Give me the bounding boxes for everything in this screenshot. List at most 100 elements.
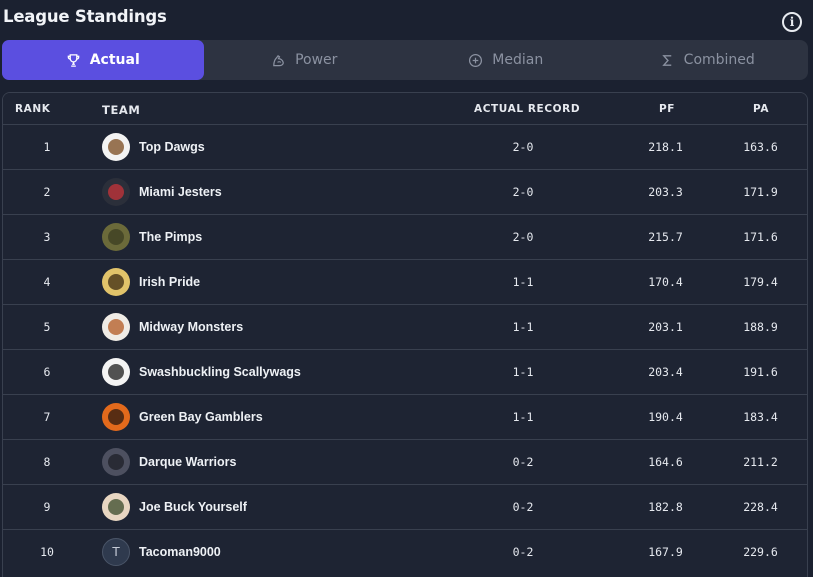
team-name: Midway Monsters — [139, 320, 244, 334]
column-header-pa: PA — [753, 103, 770, 115]
gamblers-logo — [102, 403, 130, 431]
record-cell: 2-0 — [512, 185, 534, 199]
photo-avatar — [102, 223, 130, 251]
team-name: Swashbuckling Scallywags — [139, 365, 301, 379]
info-icon[interactable]: i — [782, 12, 802, 32]
tab-power-label: Power — [295, 52, 338, 68]
table-row[interactable]: 7 Green Bay Gamblers 1-1 190.4 183.4 — [3, 395, 807, 440]
tab-power[interactable]: Power — [204, 40, 406, 80]
pf-cell: 167.9 — [648, 545, 683, 559]
pa-cell: 171.9 — [743, 185, 778, 199]
team-cell: Top Dawgs — [102, 125, 482, 169]
pf-cell: 203.4 — [648, 365, 683, 379]
team-name: Joe Buck Yourself — [139, 500, 247, 514]
logo-emblem — [108, 364, 124, 380]
column-header-rank: RANK — [15, 103, 51, 115]
pf-cell: 203.3 — [648, 185, 683, 199]
table-row[interactable]: 6 Swashbuckling Scallywags 1-1 203.4 191.6 — [3, 350, 807, 395]
pf-cell: 170.4 — [648, 275, 683, 289]
plus-circle-icon — [469, 53, 483, 67]
table-row[interactable]: 4 Irish Pride 1-1 170.4 179.4 — [3, 260, 807, 305]
table-body: 1 Top Dawgs 2-0 218.1 163.6 2 Miami Jesters 2-0… — [3, 125, 807, 575]
logo-emblem — [108, 184, 124, 200]
trophy-icon — [67, 53, 80, 67]
team-name: The Pimps — [139, 230, 203, 244]
rank-cell: 8 — [43, 455, 51, 469]
team-cell: Swashbuckling Scallywags — [102, 350, 482, 394]
pa-cell: 183.4 — [743, 410, 778, 424]
logo-emblem — [108, 229, 124, 245]
pa-cell: 228.4 — [743, 500, 778, 514]
record-cell: 0-2 — [512, 500, 534, 514]
logo-emblem — [108, 319, 124, 335]
table-header: RANK TEAM ACTUAL RECORD PF PA — [3, 93, 807, 125]
bulldog-logo — [102, 133, 130, 161]
pa-cell: 191.6 — [743, 365, 778, 379]
table-row[interactable]: 2 Miami Jesters 2-0 203.3 171.9 — [3, 170, 807, 215]
pa-cell: 188.9 — [743, 320, 778, 334]
logo-emblem — [108, 274, 124, 290]
record-cell: 0-2 — [512, 545, 534, 559]
helmet-logo — [102, 178, 130, 206]
team-name: Irish Pride — [139, 275, 201, 289]
record-cell: 1-1 — [512, 410, 534, 424]
column-header-record: ACTUAL RECORD — [474, 103, 581, 115]
pf-cell: 203.1 — [648, 320, 683, 334]
pa-cell: 163.6 — [743, 140, 778, 154]
claw-marks-logo — [102, 313, 130, 341]
bicep-icon — [273, 54, 284, 66]
record-cell: 1-1 — [512, 365, 534, 379]
team-cell: T Tacoman9000 — [102, 530, 482, 574]
rank-cell: 6 — [43, 365, 51, 379]
table-row[interactable]: 9 Joe Buck Yourself 0-2 182.8 228.4 — [3, 485, 807, 530]
rank-cell: 5 — [43, 320, 51, 334]
logo-emblem — [108, 139, 124, 155]
tab-median[interactable]: Median — [405, 40, 607, 80]
pf-cell: 218.1 — [648, 140, 683, 154]
rank-cell: 2 — [43, 185, 51, 199]
pa-cell: 179.4 — [743, 275, 778, 289]
tab-actual[interactable]: Actual — [2, 40, 204, 80]
team-cell: The Pimps — [102, 215, 482, 259]
sigma-icon — [661, 54, 671, 66]
standings-tabs: Actual Power Median Combined — [2, 40, 808, 80]
record-cell: 1-1 — [512, 320, 534, 334]
table-row[interactable]: 1 Top Dawgs 2-0 218.1 163.6 — [3, 125, 807, 170]
team-cell: Joe Buck Yourself — [102, 485, 482, 529]
rank-cell: 10 — [40, 545, 54, 559]
table-row[interactable]: 3 The Pimps 2-0 215.7 171.6 — [3, 215, 807, 260]
rank-cell: 9 — [43, 500, 51, 514]
page-header: League Standings i — [0, 0, 813, 40]
pf-cell: 215.7 — [648, 230, 683, 244]
team-cell: Green Bay Gamblers — [102, 395, 482, 439]
table-row[interactable]: 8 Darque Warriors 0-2 164.6 211.2 — [3, 440, 807, 485]
record-cell: 1-1 — [512, 275, 534, 289]
team-name: Darque Warriors — [139, 455, 237, 469]
pf-cell: 164.6 — [648, 455, 683, 469]
pf-cell: 190.4 — [648, 410, 683, 424]
tab-combined[interactable]: Combined — [607, 40, 809, 80]
letter-avatar: T — [102, 538, 130, 566]
record-cell: 0-2 — [512, 455, 534, 469]
pirate-logo — [102, 358, 130, 386]
logo-emblem — [108, 499, 124, 515]
cartoon-person-avatar — [102, 493, 130, 521]
column-header-team: TEAM — [102, 103, 141, 117]
record-cell: 2-0 — [512, 230, 534, 244]
record-cell: 2-0 — [512, 140, 534, 154]
pa-cell: 229.6 — [743, 545, 778, 559]
tab-median-label: Median — [492, 52, 544, 68]
tab-combined-label: Combined — [683, 52, 755, 68]
page-title: League Standings — [3, 7, 167, 26]
rank-cell: 3 — [43, 230, 51, 244]
rank-cell: 4 — [43, 275, 51, 289]
table-row[interactable]: 10 T Tacoman9000 0-2 167.9 229.6 — [3, 530, 807, 575]
team-cell: Irish Pride — [102, 260, 482, 304]
table-row[interactable]: 5 Midway Monsters 1-1 203.1 188.9 — [3, 305, 807, 350]
team-cell: Darque Warriors — [102, 440, 482, 484]
leopard-logo — [102, 268, 130, 296]
pf-cell: 182.8 — [648, 500, 683, 514]
rank-cell: 1 — [43, 140, 51, 154]
team-cell: Midway Monsters — [102, 305, 482, 349]
tab-actual-label: Actual — [89, 52, 140, 68]
